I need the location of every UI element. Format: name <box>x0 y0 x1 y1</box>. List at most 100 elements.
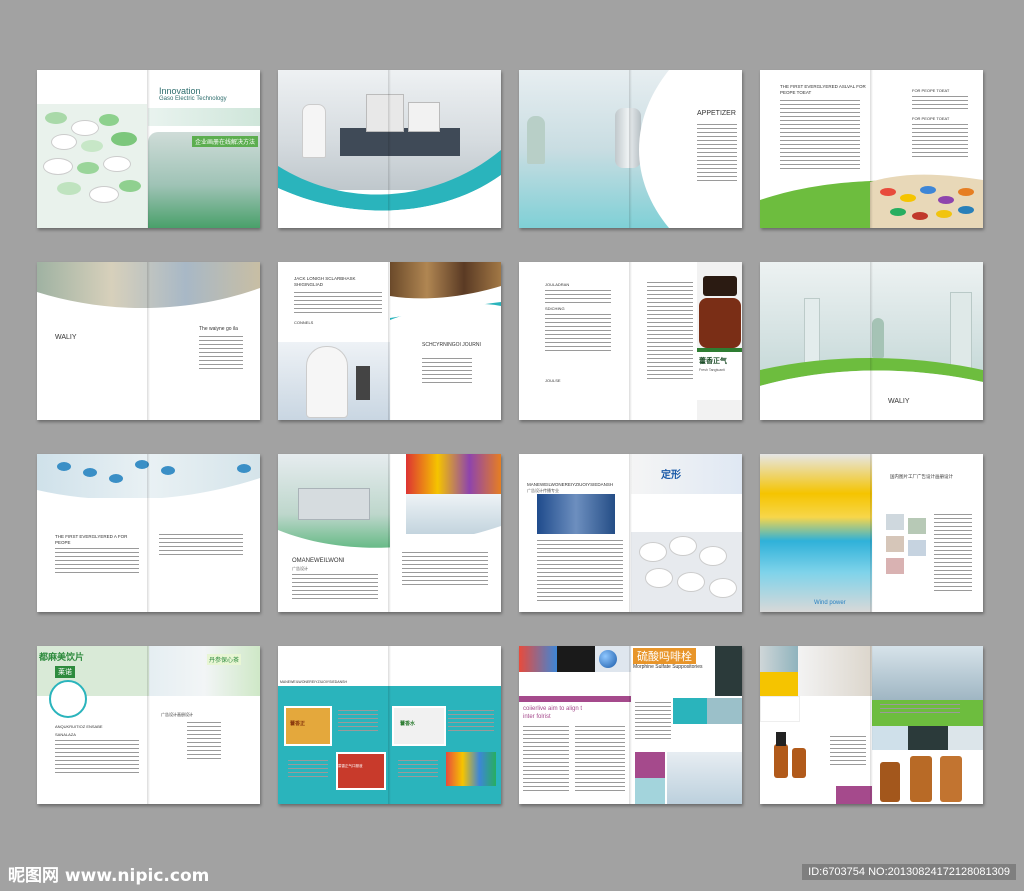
body-text-block <box>697 124 737 184</box>
accent-bar <box>148 108 260 126</box>
dropper-cap <box>776 732 786 746</box>
body-text-block <box>402 552 488 586</box>
purple-divider <box>519 696 631 702</box>
pill-shape <box>99 114 119 126</box>
product-title-en: Morphine Sulfate Suppositories <box>633 664 703 670</box>
body-text-block <box>448 710 494 732</box>
color-tile <box>760 672 798 696</box>
pharmacist-photo <box>149 646 260 696</box>
section-heading: JOULSE <box>545 378 561 383</box>
sign-text: 莱诺 <box>55 666 75 678</box>
pill-shape <box>51 134 77 150</box>
body-text-block <box>55 740 139 774</box>
thumbnail-image <box>886 536 904 552</box>
pill-shape <box>45 112 67 124</box>
product-box-text: 藿香水 <box>400 721 416 727</box>
spread-heading: OMANEWEILWONI <box>292 558 345 564</box>
photo-tile <box>908 726 948 750</box>
tablet-shape <box>677 572 705 592</box>
body-text-block <box>159 534 243 556</box>
headline: inter folrist <box>523 714 551 720</box>
wind-power-text: Wind power <box>814 600 846 606</box>
brochure-spread-2 <box>278 70 501 228</box>
body-text-block <box>545 290 611 304</box>
spread-heading: SCHCYRNINGOI JOURNI <box>422 342 481 348</box>
green-wave <box>760 174 983 228</box>
cover-title: Innovation <box>159 86 201 96</box>
sign-text: 都麻美饮片 <box>39 652 85 662</box>
color-tile <box>635 752 665 778</box>
spread-subheading: 广告设计 <box>292 566 308 571</box>
purple-bar <box>836 786 872 804</box>
brochure-spread-13: 都麻美饮片 莱诺 丹参保心茶 ANQUKRUITIOZ ENSABE SANAL… <box>37 646 260 804</box>
section-heading: SDICHING <box>545 306 565 311</box>
spread-heading: 广告设计画册设计 <box>161 712 193 717</box>
pill-shape <box>111 132 137 146</box>
body-text-block <box>292 574 378 602</box>
color-tile <box>760 696 800 722</box>
pill-shape <box>71 120 99 136</box>
body-text-block <box>635 702 671 742</box>
brochure-spread-7: JOULADRAN SDICHING JOULSE 藿香正气 Fresh Tan… <box>519 262 742 420</box>
product-box-text: 藿香正 <box>290 721 306 727</box>
capsule-shape <box>938 196 954 204</box>
bottle-body <box>699 298 741 348</box>
tablet-shape <box>639 542 667 562</box>
image-id-watermark: ID:6703754 NO:20130824172128081309 <box>802 864 1016 880</box>
scientist-figure <box>306 346 348 418</box>
capsule-shape <box>912 212 928 220</box>
section-heading: JOULADRAN <box>545 282 570 287</box>
pill-shape <box>81 140 103 152</box>
spread-subheading: SANALAZA <box>55 732 76 737</box>
brochure-spread-15: 硫酸吗啡栓 Morphine Sulfate Suppositories coi… <box>519 646 742 804</box>
body-text-block <box>880 704 960 716</box>
product-label-subtext: Fresh Tangtuanti <box>699 368 726 372</box>
cover-subtitle: Gaso Electric Technology <box>159 96 227 102</box>
dropper-bottle <box>940 756 962 802</box>
dropper-bottle <box>910 756 932 802</box>
teal-wave <box>278 150 501 228</box>
body-text-block <box>934 514 972 594</box>
body-text-block <box>545 314 611 354</box>
capsule-shape <box>900 194 916 202</box>
sign-text: 定形 <box>661 470 681 481</box>
body-text-block <box>187 722 221 762</box>
thumbnail-image <box>886 514 904 530</box>
color-tile <box>673 698 707 724</box>
sign-photo <box>631 454 742 494</box>
microscope-shape <box>356 366 370 400</box>
brochure-spread-8: WALIY <box>760 262 983 420</box>
photo-tile <box>557 646 595 672</box>
capsule-shape <box>958 206 974 214</box>
tablet-shape <box>669 536 697 556</box>
brochure-spread-3: APPETIZER <box>519 70 742 228</box>
photo-tile <box>760 646 798 672</box>
product-label-text: 藿香正气 <box>699 358 727 365</box>
cover-tag: 企业画册在线解决方法 <box>192 136 259 147</box>
photo-tile <box>872 726 908 750</box>
color-tile <box>707 698 742 724</box>
product-box-text: 藿香正气口服液 <box>338 764 363 768</box>
thumbnail-image <box>908 518 926 534</box>
sign-text: 丹参保心茶 <box>207 654 242 665</box>
researcher-photo <box>537 494 615 534</box>
brochure-spread-5: WALIY The waiyne go ila <box>37 262 260 420</box>
capsule-shape <box>936 210 952 218</box>
photo-tile <box>519 646 557 672</box>
color-tile <box>635 778 665 804</box>
green-wave <box>760 358 983 420</box>
photo-tile <box>667 752 742 804</box>
pill-shape <box>103 156 131 172</box>
spread-heading: ANQUKRUITIOZ ENSABE <box>55 724 103 729</box>
body-text-block <box>199 336 243 370</box>
brochure-spread-16 <box>760 646 983 804</box>
body-text-block <box>647 282 693 382</box>
spread-heading: 国内图片工厂广告设计画册设计 <box>890 474 953 479</box>
product-box <box>336 752 386 790</box>
pill-shape <box>43 158 73 175</box>
brochure-spread-4: THE FIRST EVERGLYERED ASLVAL FOR PEOPE T… <box>760 70 983 228</box>
pill-shape <box>57 182 81 195</box>
headline: coiierlive aim to align t <box>523 706 583 712</box>
spread-heading: The waiyne go ila <box>199 326 238 332</box>
spread-heading: WALIY <box>55 334 77 341</box>
